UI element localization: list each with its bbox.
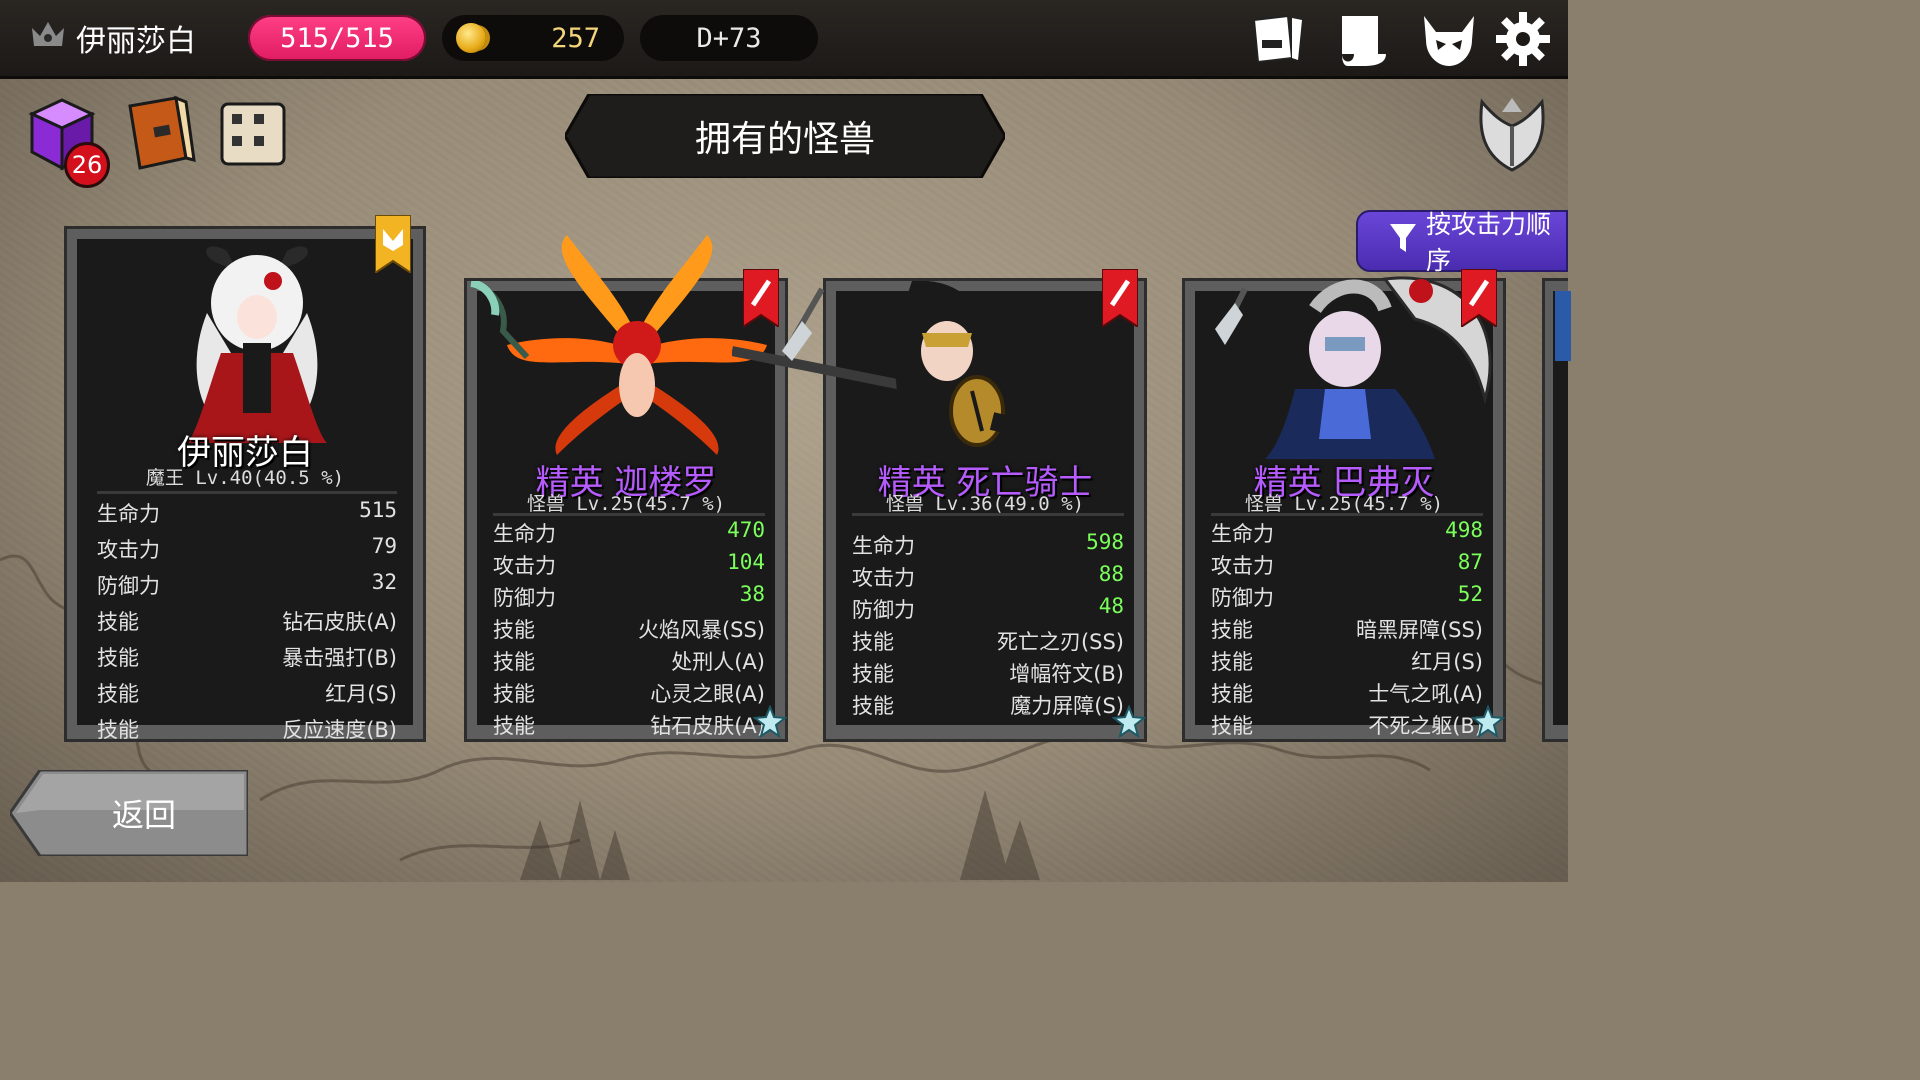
stat-value: 钻石皮肤(A) — [650, 714, 765, 738]
stat-label: 技能 — [1211, 714, 1253, 738]
stat-label: 生命力 — [1211, 522, 1274, 546]
stat-label: 技能 — [97, 682, 139, 706]
stat-label: 技能 — [852, 630, 894, 654]
hp-display: 515/515 — [248, 15, 426, 61]
card-stats: 生命力 515 攻击力 79 防御力 32 技能 钻石皮肤(A) 技能 暴击强打(B) 技… — [97, 491, 397, 744]
stat-label: 攻击力 — [97, 538, 160, 562]
stat-value: 钻石皮肤(A) — [282, 610, 397, 634]
angel-emblem-icon[interactable] — [1472, 92, 1552, 176]
sword-bookmark-icon — [1102, 269, 1138, 327]
stat-value: 红月(S) — [325, 682, 397, 706]
stat-label: 技能 — [493, 714, 535, 738]
sort-button-label: 按攻击力顺序 — [1426, 210, 1552, 275]
stat-value: 79 — [371, 534, 397, 558]
stat-value: 处刑人(A) — [671, 650, 765, 674]
gold-amount: 257 — [551, 22, 600, 54]
death-knight-portrait — [732, 281, 1071, 447]
card-level: 怪兽 Lv.25(45.7 %) — [526, 493, 726, 515]
stat-label: 攻击力 — [1211, 554, 1274, 578]
stat-value: 火焰风暴(SS) — [637, 618, 765, 642]
inventory-badge: 26 — [64, 142, 110, 188]
stat-value: 104 — [727, 550, 765, 574]
stat-value: 红月(S) — [1411, 650, 1483, 674]
stat-label: 生命力 — [493, 522, 556, 546]
stat-label: 技能 — [1211, 650, 1253, 674]
sort-by-attack-button[interactable]: 按攻击力顺序 — [1356, 210, 1568, 275]
top-bar: 伊丽莎白 515/515 257 D+73 — [0, 0, 1568, 79]
stat-value: 32 — [371, 570, 397, 594]
baphomet-portrait — [1215, 276, 1492, 459]
stat-value: 598 — [1086, 530, 1124, 554]
scythe-tip — [470, 281, 530, 360]
stat-label: 防御力 — [97, 574, 160, 598]
monster-card[interactable]: 伊丽莎白 魔王 Lv.40(40.5 %) 生命力 515 攻击力 79 防御力 32… — [64, 215, 426, 744]
gold-display: 257 — [442, 15, 624, 61]
monster-card-partial[interactable] — [1542, 278, 1571, 742]
card-level: 魔王 Lv.40(40.5 %) — [145, 467, 345, 489]
stat-label: 技能 — [97, 718, 139, 742]
recipe-scroll-icon[interactable] — [212, 92, 292, 176]
card-level: 怪兽 Lv.36(49.0 %) — [885, 493, 1085, 515]
stat-label: 技能 — [493, 682, 535, 706]
stat-label: 技能 — [1211, 618, 1253, 642]
player-name: 伊丽莎白 — [76, 24, 196, 59]
coin-icon — [456, 23, 486, 53]
stat-label: 防御力 — [852, 598, 915, 622]
stat-value: 士气之吼(A) — [1368, 682, 1483, 706]
day-counter: D+73 — [640, 15, 818, 61]
crown-icon — [30, 18, 66, 58]
stat-label: 生命力 — [97, 502, 160, 526]
star-icon — [1471, 705, 1505, 739]
star-icon — [753, 705, 787, 739]
stat-label: 技能 — [852, 662, 894, 686]
stat-value: 魔力屏障(S) — [1010, 694, 1124, 718]
journal-icon[interactable] — [1248, 10, 1306, 68]
demon-skull-icon[interactable] — [1420, 10, 1478, 68]
filter-icon — [1388, 222, 1418, 260]
map-scroll-icon[interactable] — [1334, 10, 1392, 68]
stat-label: 技能 — [493, 618, 535, 642]
stat-label: 技能 — [852, 694, 894, 718]
stat-value: 88 — [1098, 562, 1124, 586]
stat-value: 暴击强打(B) — [282, 646, 397, 670]
stat-label: 防御力 — [1211, 586, 1274, 610]
star-icon — [1112, 705, 1146, 739]
stat-value: 暗黑屏障(SS) — [1355, 618, 1483, 642]
monster-card[interactable]: 精英 巴弗灭 怪兽 Lv.25(45.7 %) 生命力 498 攻击力 87 防御力… — [1182, 269, 1506, 742]
stat-value: 不死之躯(B) — [1368, 714, 1483, 738]
stat-value: 增幅符文(B) — [1009, 662, 1124, 686]
card-stats: 生命力 498 攻击力 87 防御力 52 技能 暗黑屏障(SS) 技能 红月(S) 技能… — [1211, 513, 1483, 740]
page-title: 拥有的怪兽 — [694, 119, 875, 160]
card-stats: 生命力 598 攻击力 88 防御力 48 技能 死亡之刃(SS) 技能 增幅符文(B) … — [852, 513, 1124, 720]
stat-label: 生命力 — [852, 534, 915, 558]
stat-label: 技能 — [1211, 682, 1253, 706]
stat-label: 攻击力 — [852, 566, 915, 590]
monster-card[interactable]: 精英 死亡骑士 怪兽 Lv.36(49.0 %) 生命力 598 攻击力 88 防御… — [732, 269, 1147, 742]
gear-icon[interactable] — [1494, 10, 1552, 68]
card-level: 怪兽 Lv.25(45.7 %) — [1244, 493, 1444, 515]
player-info: 伊丽莎白 — [30, 12, 196, 64]
stat-label: 防御力 — [493, 586, 556, 610]
stat-label: 技能 — [493, 650, 535, 674]
stat-value: 38 — [739, 582, 765, 606]
stat-value: 87 — [1457, 550, 1483, 574]
stat-value: 反应速度(B) — [282, 718, 397, 742]
stat-value: 470 — [727, 518, 765, 542]
card-stats: 生命力 470 攻击力 104 防御力 38 技能 火焰风暴(SS) 技能 处刑人(A) … — [493, 513, 765, 740]
stat-value: 心灵之眼(A) — [650, 682, 765, 706]
leader-bookmark-icon — [375, 215, 411, 273]
demon-lord-portrait — [187, 246, 327, 443]
sword-bookmark-icon — [1461, 269, 1497, 327]
garuda-portrait — [507, 235, 767, 455]
stat-value: 498 — [1445, 518, 1483, 542]
book-icon[interactable] — [118, 92, 198, 176]
stat-label: 攻击力 — [493, 554, 556, 578]
stat-label: 技能 — [97, 610, 139, 634]
stat-label: 技能 — [97, 646, 139, 670]
stat-value: 52 — [1457, 582, 1483, 606]
stat-value: 515 — [359, 498, 397, 522]
stat-value: 48 — [1098, 594, 1124, 618]
stat-value: 死亡之刃(SS) — [996, 630, 1124, 654]
back-button[interactable]: 返回 — [40, 770, 248, 856]
